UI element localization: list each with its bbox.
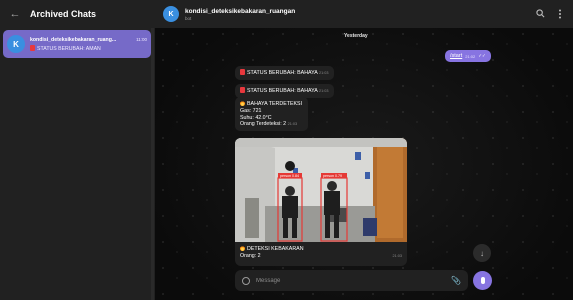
outgoing-message-text[interactable]: /start: [450, 53, 462, 59]
chat-panel: K kondisi_deteksikebakaran_ruangan bot Y…: [155, 0, 573, 300]
fire-icon: [240, 100, 245, 106]
sidebar-scrollbar[interactable]: [151, 28, 154, 300]
chat-list-item-time: 11:00: [136, 36, 147, 42]
incoming-message[interactable]: STATUS BERUBAH: BAHAYA 21:03: [235, 84, 334, 98]
search-icon[interactable]: [535, 9, 545, 19]
message-time: 21:03: [319, 89, 329, 93]
emoji-icon[interactable]: [242, 276, 250, 285]
chat-header[interactable]: K kondisi_deteksikebakaran_ruangan bot: [155, 0, 573, 28]
scroll-down-button[interactable]: ↓: [473, 244, 491, 262]
avatar: K: [7, 35, 25, 53]
detection-label: person 0.79: [323, 174, 342, 178]
message-text: STATUS BERUBAH: BAHAYA: [247, 70, 318, 76]
fire-icon: [240, 245, 245, 251]
chat-list-item-meta: kondisi_deteksikebakaran_ruang... 11:00 …: [30, 37, 147, 52]
chat-header-info[interactable]: kondisi_deteksikebakaran_ruangan bot: [185, 8, 295, 21]
chat-list-item-preview: STATUS BERUBAH: AMAN: [30, 44, 147, 52]
chat-list-item-preview-text: STATUS BERUBAH: AMAN: [37, 45, 101, 52]
paperclip-icon[interactable]: 📎: [451, 276, 461, 285]
sidebar-title: Archived Chats: [30, 9, 97, 19]
message-text: BAHAYA TERDETEKSI: [247, 101, 303, 107]
arrow-down-icon: ↓: [480, 248, 484, 258]
message-text: Gas: 721: [240, 107, 262, 114]
outgoing-message[interactable]: /start 21:02 ✓✓: [445, 50, 491, 62]
sidebar: ← Archived Chats K kondisi_deteksikebaka…: [0, 0, 155, 300]
detection-photo[interactable]: person 0.84 person 0.79: [235, 138, 407, 242]
message-composer: 📎: [235, 270, 468, 291]
double-check-icon: ✓✓: [478, 53, 486, 58]
red-square-icon: [240, 69, 245, 75]
chat-header-avatar[interactable]: K: [163, 6, 179, 22]
sidebar-header: ← Archived Chats: [0, 0, 155, 28]
message-text: Orang: 2: [240, 252, 261, 259]
microphone-button[interactable]: [473, 271, 492, 290]
message-time: 21:03: [319, 71, 329, 75]
microphone-icon: [480, 277, 485, 284]
chat-list-item[interactable]: K kondisi_deteksikebakaran_ruang... 11:0…: [3, 30, 151, 58]
detection-label: person 0.84: [280, 174, 299, 178]
photo-message[interactable]: person 0.84 person 0.79 DETEKSI KEBAKARA…: [235, 138, 407, 266]
message-text: Orang Terdeteksi: 2: [240, 121, 287, 128]
incoming-message[interactable]: STATUS BERUBAH: BAHAYA 21:03: [235, 66, 334, 80]
more-vertical-icon[interactable]: [555, 9, 565, 19]
red-square-icon: [30, 44, 35, 51]
message-text: DETEKSI KEBAKARAN: [247, 246, 304, 252]
message-time: 21:03: [392, 253, 402, 258]
red-square-icon: [240, 87, 245, 93]
message-text: Suhu: 42.0°C: [240, 114, 272, 121]
message-time: 21:02: [465, 53, 476, 59]
message-time: 21:03: [287, 122, 298, 127]
date-separator: Yesterday: [344, 33, 368, 39]
chat-title: kondisi_deteksikebakaran_ruangan: [185, 7, 296, 15]
chat-list-item-name: kondisi_deteksikebakaran_ruang...: [30, 36, 117, 43]
message-text: STATUS BERUBAH: BAHAYA: [247, 88, 318, 94]
incoming-message[interactable]: BAHAYA TERDETEKSI Gas: 721 Suhu: 42.0°C …: [235, 97, 308, 132]
chat-subtitle: bot: [185, 15, 192, 21]
arrow-left-icon[interactable]: ←: [8, 7, 22, 21]
message-input[interactable]: [256, 277, 446, 284]
photo-caption: DETEKSI KEBAKARAN Orang: 2 21:03: [235, 242, 407, 263]
